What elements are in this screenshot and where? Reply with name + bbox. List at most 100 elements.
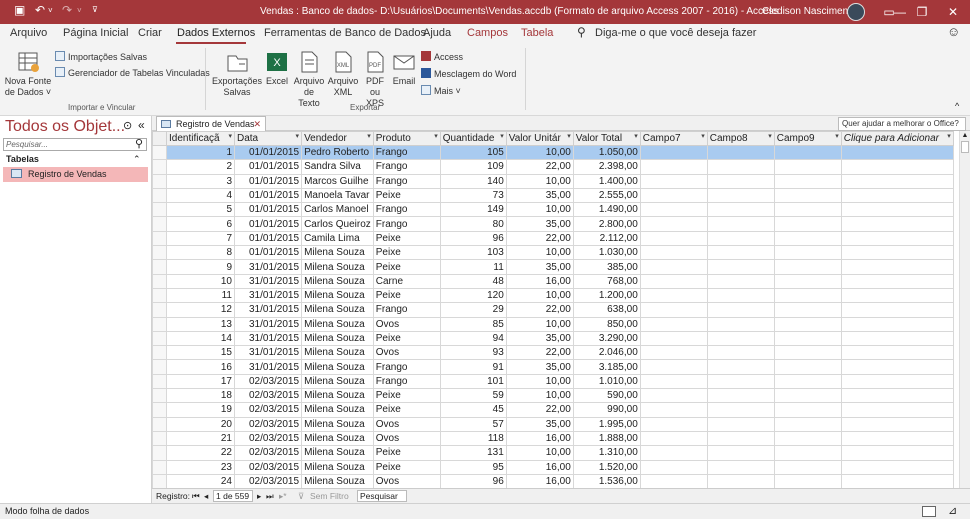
table-cell[interactable] — [840, 202, 954, 218]
table-cell[interactable] — [840, 187, 954, 204]
tab-ajuda[interactable]: Ajuda — [423, 27, 451, 39]
table-cell[interactable]: 4 — [166, 187, 235, 204]
table-cell[interactable]: Peixe — [372, 187, 441, 204]
table-cell[interactable]: 02/03/2015 — [233, 373, 303, 390]
table-cell[interactable] — [706, 216, 775, 232]
tell-me-search[interactable]: Diga-me o que você deseja fazer — [595, 27, 756, 39]
table-row[interactable]: 14 31/01/2015 Milena Souza Peixe 94 35,00 3.29… — [152, 330, 954, 347]
nav-menu-icon[interactable]: ⊙ — [123, 119, 132, 132]
row-selector[interactable] — [152, 187, 167, 204]
table-cell[interactable]: 02/03/2015 — [233, 416, 303, 432]
table-row[interactable]: 24 02/03/2015 Milena Souza Ovos 96 16,00 1.536… — [152, 473, 954, 488]
table-cell[interactable]: 91 — [439, 359, 507, 375]
column-dropdown-icon[interactable]: ▾ — [768, 133, 772, 140]
email-button[interactable]: Email — [391, 50, 417, 87]
table-cell[interactable] — [840, 273, 954, 289]
table-cell[interactable]: 01/01/2015 — [233, 230, 303, 247]
table-cell[interactable]: Marcos Guilhe — [301, 173, 374, 189]
row-selector[interactable] — [152, 345, 167, 361]
row-selector[interactable] — [152, 302, 167, 318]
table-cell[interactable] — [840, 302, 954, 318]
table-cell[interactable]: 45 — [439, 402, 507, 418]
column-dropdown-icon[interactable]: ▾ — [228, 133, 232, 140]
table-cell[interactable]: 19 — [166, 402, 235, 418]
record-position-field[interactable]: 1 de 559 — [213, 490, 253, 502]
table-cell[interactable]: 1.520,00 — [572, 459, 641, 475]
table-cell[interactable]: 10,00 — [505, 287, 574, 304]
table-cell[interactable]: 22,00 — [505, 345, 574, 361]
table-cell[interactable] — [706, 473, 775, 488]
row-selector[interactable] — [152, 245, 167, 261]
table-cell[interactable]: 35,00 — [505, 216, 574, 232]
table-cell[interactable]: 10,00 — [505, 173, 574, 189]
nav-title[interactable]: Todos os Objet... — [5, 118, 125, 136]
arquivo-xml-button[interactable]: XML Arquivo XML — [327, 50, 359, 98]
table-cell[interactable]: 31/01/2015 — [233, 273, 303, 289]
table-cell[interactable]: 73 — [439, 187, 507, 204]
tab-pagina-inicial[interactable]: Página Inicial — [63, 27, 128, 39]
table-cell[interactable]: Frango — [372, 216, 441, 232]
table-cell[interactable] — [706, 416, 775, 432]
column-header[interactable]: Produto ▾ — [372, 131, 441, 146]
chevron-down-icon[interactable]: ˅ — [77, 6, 82, 15]
table-cell[interactable]: Milena Souza — [301, 359, 374, 375]
table-cell[interactable]: 11 — [439, 259, 507, 275]
column-header[interactable]: Quantidade ▾ — [439, 131, 507, 146]
row-selector[interactable] — [152, 202, 167, 218]
row-selector[interactable] — [152, 402, 167, 418]
table-cell[interactable]: Ovos — [372, 416, 441, 432]
table-cell[interactable] — [706, 259, 775, 275]
table-cell[interactable]: 01/01/2015 — [233, 216, 303, 232]
table-cell[interactable]: 13 — [166, 316, 235, 332]
table-cell[interactable]: 31/01/2015 — [233, 287, 303, 304]
table-cell[interactable] — [706, 359, 775, 375]
table-cell[interactable]: 48 — [439, 273, 507, 289]
table-cell[interactable]: Pedro Roberto — [301, 144, 374, 161]
column-header[interactable]: Identificaçã ▾ — [166, 131, 235, 146]
table-cell[interactable] — [840, 388, 954, 404]
table-cell[interactable]: 16,00 — [505, 430, 574, 447]
table-cell[interactable] — [706, 345, 775, 361]
table-row[interactable]: 15 31/01/2015 Milena Souza Ovos 93 22,00 2.046… — [152, 345, 954, 361]
table-cell[interactable]: 93 — [439, 345, 507, 361]
table-cell[interactable] — [840, 473, 954, 488]
table-cell[interactable]: 638,00 — [572, 302, 641, 318]
table-cell[interactable]: Ovos — [372, 430, 441, 447]
table-cell[interactable]: 02/03/2015 — [233, 430, 303, 447]
column-header[interactable]: Vendedor ▾ — [301, 131, 374, 146]
table-row[interactable]: 21 02/03/2015 Milena Souza Ovos 118 16,00 1.88… — [152, 430, 954, 447]
table-row[interactable]: 17 02/03/2015 Milena Souza Frango 101 10,00 1.… — [152, 373, 954, 390]
table-cell[interactable]: 101 — [439, 373, 507, 390]
table-cell[interactable] — [773, 287, 842, 304]
design-view-icon[interactable]: ⊿ — [948, 504, 957, 519]
row-selector[interactable] — [152, 316, 167, 332]
table-row[interactable]: 18 02/03/2015 Milena Souza Peixe 59 10,00 590,… — [152, 388, 954, 404]
table-cell[interactable] — [773, 245, 842, 261]
table-row[interactable]: 4 01/01/2015 Manoela Tavar Peixe 73 35,00 2.55… — [152, 187, 954, 204]
column-dropdown-icon[interactable]: ▾ — [296, 133, 300, 140]
table-cell[interactable] — [773, 445, 842, 461]
row-selector[interactable] — [152, 388, 167, 404]
column-dropdown-icon[interactable]: ▾ — [634, 133, 638, 140]
row-selector[interactable] — [152, 259, 167, 275]
table-cell[interactable]: 17 — [166, 373, 235, 390]
table-cell[interactable] — [639, 373, 708, 390]
table-cell[interactable] — [639, 216, 708, 232]
table-cell[interactable]: Ovos — [372, 316, 441, 332]
new-record-icon[interactable]: ▸* — [279, 489, 287, 503]
save-icon[interactable]: ▣ — [14, 3, 25, 17]
table-cell[interactable] — [706, 459, 775, 475]
table-cell[interactable]: 22,00 — [505, 302, 574, 318]
table-cell[interactable]: Camila Lima — [301, 230, 374, 247]
row-selector[interactable] — [152, 287, 167, 304]
table-cell[interactable] — [706, 144, 775, 161]
shutter-bar-icon[interactable]: « — [138, 118, 145, 132]
table-row[interactable]: 12 31/01/2015 Milena Souza Frango 29 22,00 638… — [152, 302, 954, 318]
table-cell[interactable]: Frango — [372, 302, 441, 318]
table-cell[interactable]: 59 — [439, 388, 507, 404]
table-cell[interactable]: Frango — [372, 202, 441, 218]
table-cell[interactable]: 385,00 — [572, 259, 641, 275]
table-cell[interactable]: 02/03/2015 — [233, 459, 303, 475]
table-cell[interactable]: Peixe — [372, 245, 441, 261]
column-dropdown-icon[interactable]: ▾ — [835, 133, 839, 140]
